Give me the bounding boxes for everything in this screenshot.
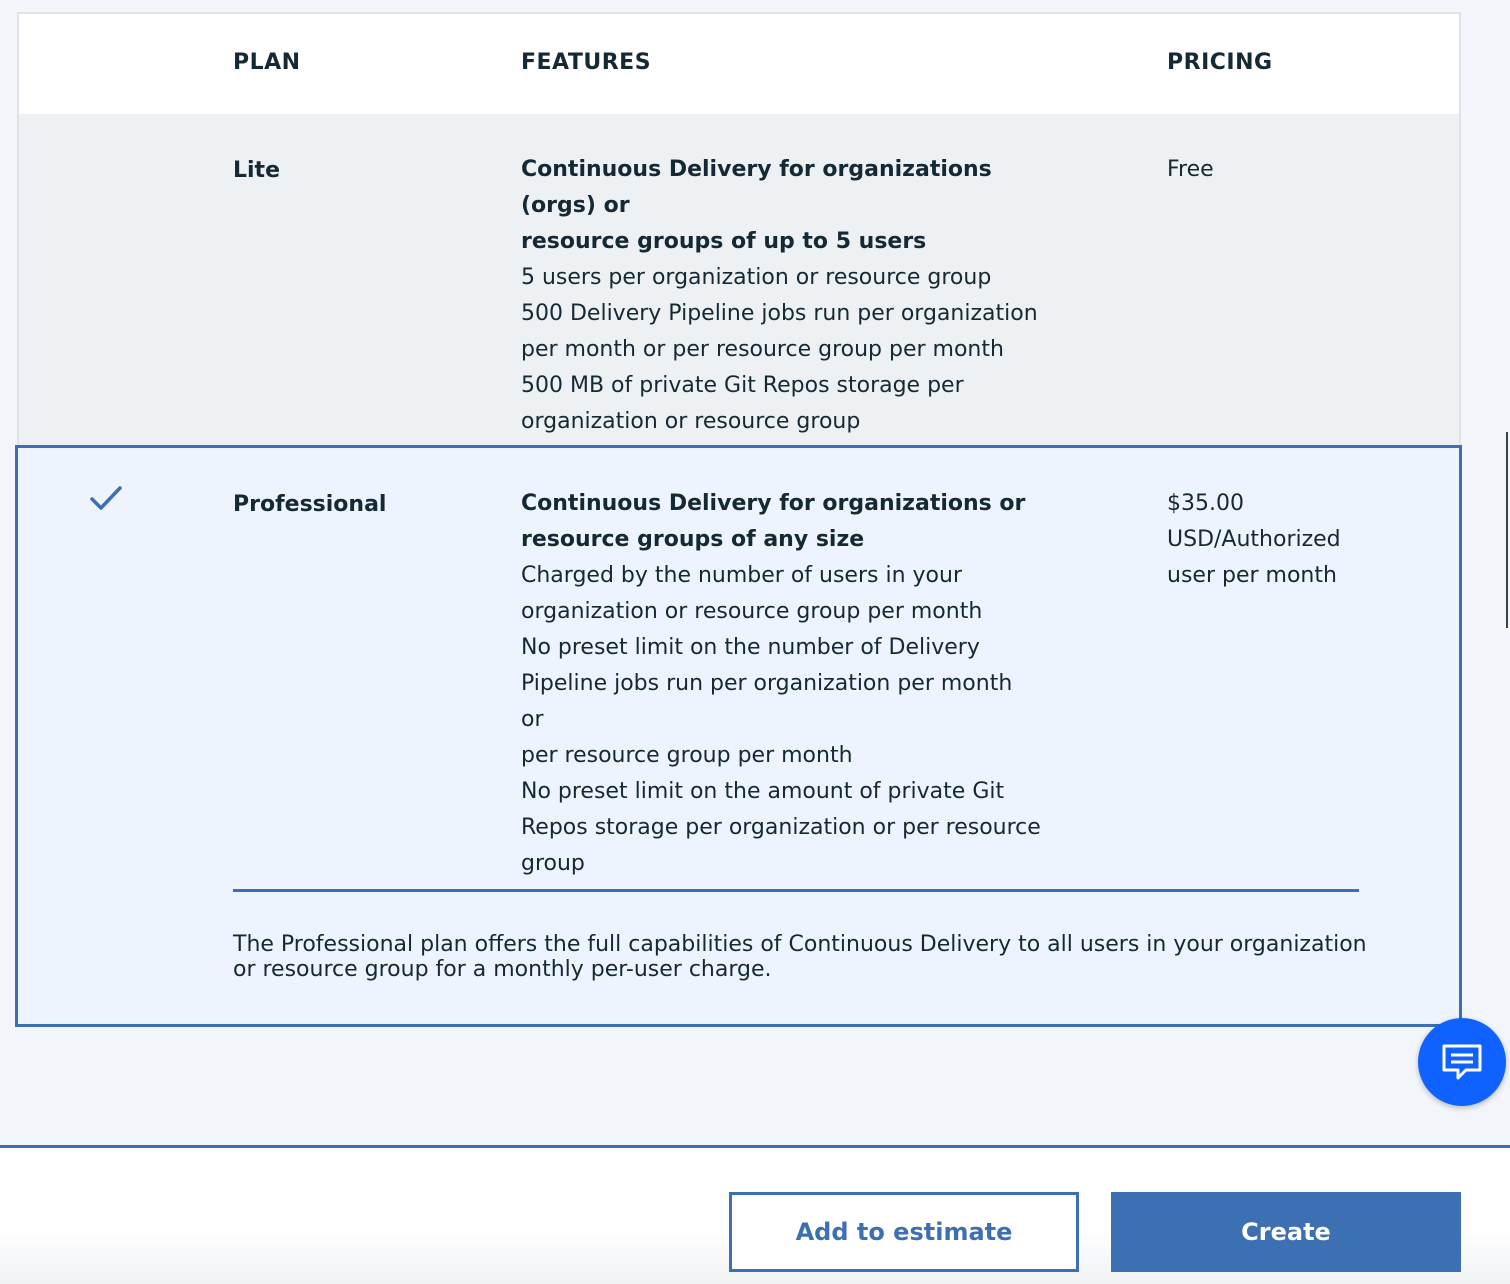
price-line: Free <box>1167 157 1214 182</box>
plan-row-professional[interactable]: Professional Continuous Delivery for org… <box>15 445 1462 1027</box>
feature-line: 500 MB of private Git Repos storage per <box>521 373 964 398</box>
feature-line: Pipeline jobs run per organization per m… <box>521 671 1013 732</box>
plan-features-professional: Continuous Delivery for organizations or… <box>521 486 1041 882</box>
pricing-plan-table: PLAN FEATURES PRICING Lite Continuous De… <box>17 12 1461 448</box>
create-button[interactable]: Create <box>1111 1192 1461 1272</box>
table-header-row: PLAN FEATURES PRICING <box>19 14 1459 114</box>
feature-line: 5 users per organization or resource gro… <box>521 265 992 290</box>
feature-line: Repos storage per organization or per re… <box>521 815 1041 840</box>
feature-line: per resource group per month <box>521 743 853 768</box>
feature-title-line: Continuous Delivery for organizations or <box>521 491 1026 516</box>
feature-line: organization or resource group <box>521 409 861 434</box>
column-header-plan: PLAN <box>233 50 301 75</box>
feature-line: No preset limit on the amount of private… <box>521 779 1005 804</box>
checkmark-icon <box>90 486 122 510</box>
action-footer: Add to estimate Create <box>0 1145 1510 1284</box>
price-line: user per month <box>1167 563 1337 588</box>
plan-name-professional: Professional <box>233 492 387 517</box>
plan-detail-divider <box>233 889 1359 892</box>
feature-title-line: resource groups of any size <box>521 527 865 552</box>
scrollbar-thumb[interactable] <box>1506 432 1508 628</box>
plan-description-professional: The Professional plan offers the full ca… <box>233 932 1367 982</box>
feature-line: 500 Delivery Pipeline jobs run per organ… <box>521 301 1038 326</box>
feature-line: group <box>521 851 585 876</box>
plan-row-lite[interactable]: Lite Continuous Delivery for organizatio… <box>19 114 1459 448</box>
feature-title-line: Continuous Delivery for organizations (o… <box>521 157 992 218</box>
plan-price-professional: $35.00 USD/Authorized user per month <box>1167 486 1367 594</box>
plan-features-lite: Continuous Delivery for organizations (o… <box>521 152 1041 440</box>
column-header-features: FEATURES <box>521 50 652 75</box>
plan-name-lite: Lite <box>233 158 280 183</box>
column-header-pricing: PRICING <box>1167 50 1273 75</box>
feature-line: organization or resource group per month <box>521 599 983 624</box>
feature-title-line: resource groups of up to 5 users <box>521 229 927 254</box>
feature-line: No preset limit on the number of Deliver… <box>521 635 980 660</box>
price-line: USD/Authorized <box>1167 527 1341 552</box>
feature-line: Charged by the number of users in your <box>521 563 962 588</box>
plan-price-lite: Free <box>1167 152 1367 188</box>
chat-button[interactable] <box>1418 1018 1506 1106</box>
price-line: $35.00 <box>1167 491 1244 516</box>
chat-icon <box>1442 1044 1482 1080</box>
feature-line: per month or per resource group per mont… <box>521 337 1004 362</box>
add-to-estimate-button[interactable]: Add to estimate <box>729 1192 1079 1272</box>
